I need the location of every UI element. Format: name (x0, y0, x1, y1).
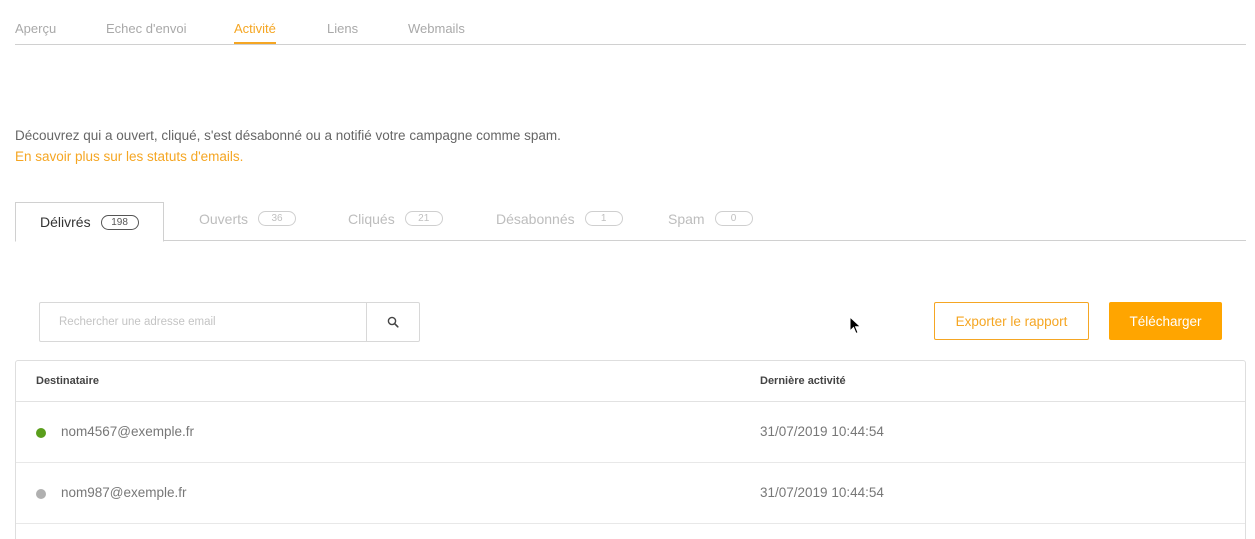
count-badge: 198 (100, 214, 139, 230)
recipients-table: Destinataire Dernière activité nom4567@e… (15, 360, 1246, 539)
top-nav: Aperçu Echec d'envoi Activité Liens Webm… (15, 0, 1246, 45)
tab-liens[interactable]: Liens (327, 21, 358, 36)
recipient-email: nom4567@exemple.fr (61, 424, 195, 439)
status-tab-label: Délivrés (40, 214, 91, 230)
column-header-recipient: Destinataire (36, 375, 99, 387)
intro-text: Découvrez qui a ouvert, cliqué, s'est dé… (15, 128, 561, 143)
last-activity-date: 31/07/2019 10:44:54 (760, 424, 884, 439)
status-tab-spam[interactable]: Spam 0 (668, 199, 753, 238)
tab-echec-envoi[interactable]: Echec d'envoi (106, 21, 187, 36)
tab-apercu[interactable]: Aperçu (15, 21, 56, 36)
count-badge: 21 (404, 211, 443, 226)
recipient-email: nom987@exemple.fr (61, 485, 187, 500)
search-input[interactable] (40, 303, 366, 341)
status-tab-label: Cliqués (348, 210, 395, 227)
search-button[interactable] (366, 303, 419, 341)
status-tab-desabonnes[interactable]: Désabonnés 1 (496, 199, 623, 238)
status-tab-label: Spam (668, 210, 705, 227)
table-header: Destinataire Dernière activité (16, 361, 1245, 402)
count-badge: 1 (584, 211, 623, 226)
status-dot (36, 489, 46, 499)
count-badge: 36 (258, 211, 297, 226)
search-icon (387, 316, 399, 328)
learn-more-link[interactable]: En savoir plus sur les statuts d'emails. (15, 149, 243, 164)
mouse-cursor-icon (849, 316, 862, 335)
status-tab-delivres[interactable]: Délivrés 198 (15, 202, 164, 242)
download-button[interactable]: Télécharger (1109, 302, 1222, 340)
status-tab-ouverts[interactable]: Ouverts 36 (199, 199, 297, 238)
search-box (39, 302, 420, 342)
table-row[interactable]: nom987@exemple.fr 31/07/2019 10:44:54 (16, 463, 1245, 524)
status-tab-label: Ouverts (199, 210, 249, 227)
column-header-last-activity: Dernière activité (760, 375, 846, 387)
table-row[interactable]: nom4567@exemple.fr 31/07/2019 10:44:54 (16, 402, 1245, 463)
status-tabs: Délivrés 198 Ouverts 36 Cliqués 21 Désab… (15, 199, 1246, 242)
last-activity-date: 31/07/2019 10:44:54 (760, 485, 884, 500)
status-tab-cliques[interactable]: Cliqués 21 (348, 199, 443, 238)
export-report-button[interactable]: Exporter le rapport (934, 302, 1089, 340)
status-dot (36, 428, 46, 438)
tab-activite[interactable]: Activité (234, 21, 276, 44)
tab-webmails[interactable]: Webmails (408, 21, 465, 36)
status-tab-label: Désabonnés (496, 210, 575, 227)
count-badge: 0 (714, 211, 753, 226)
